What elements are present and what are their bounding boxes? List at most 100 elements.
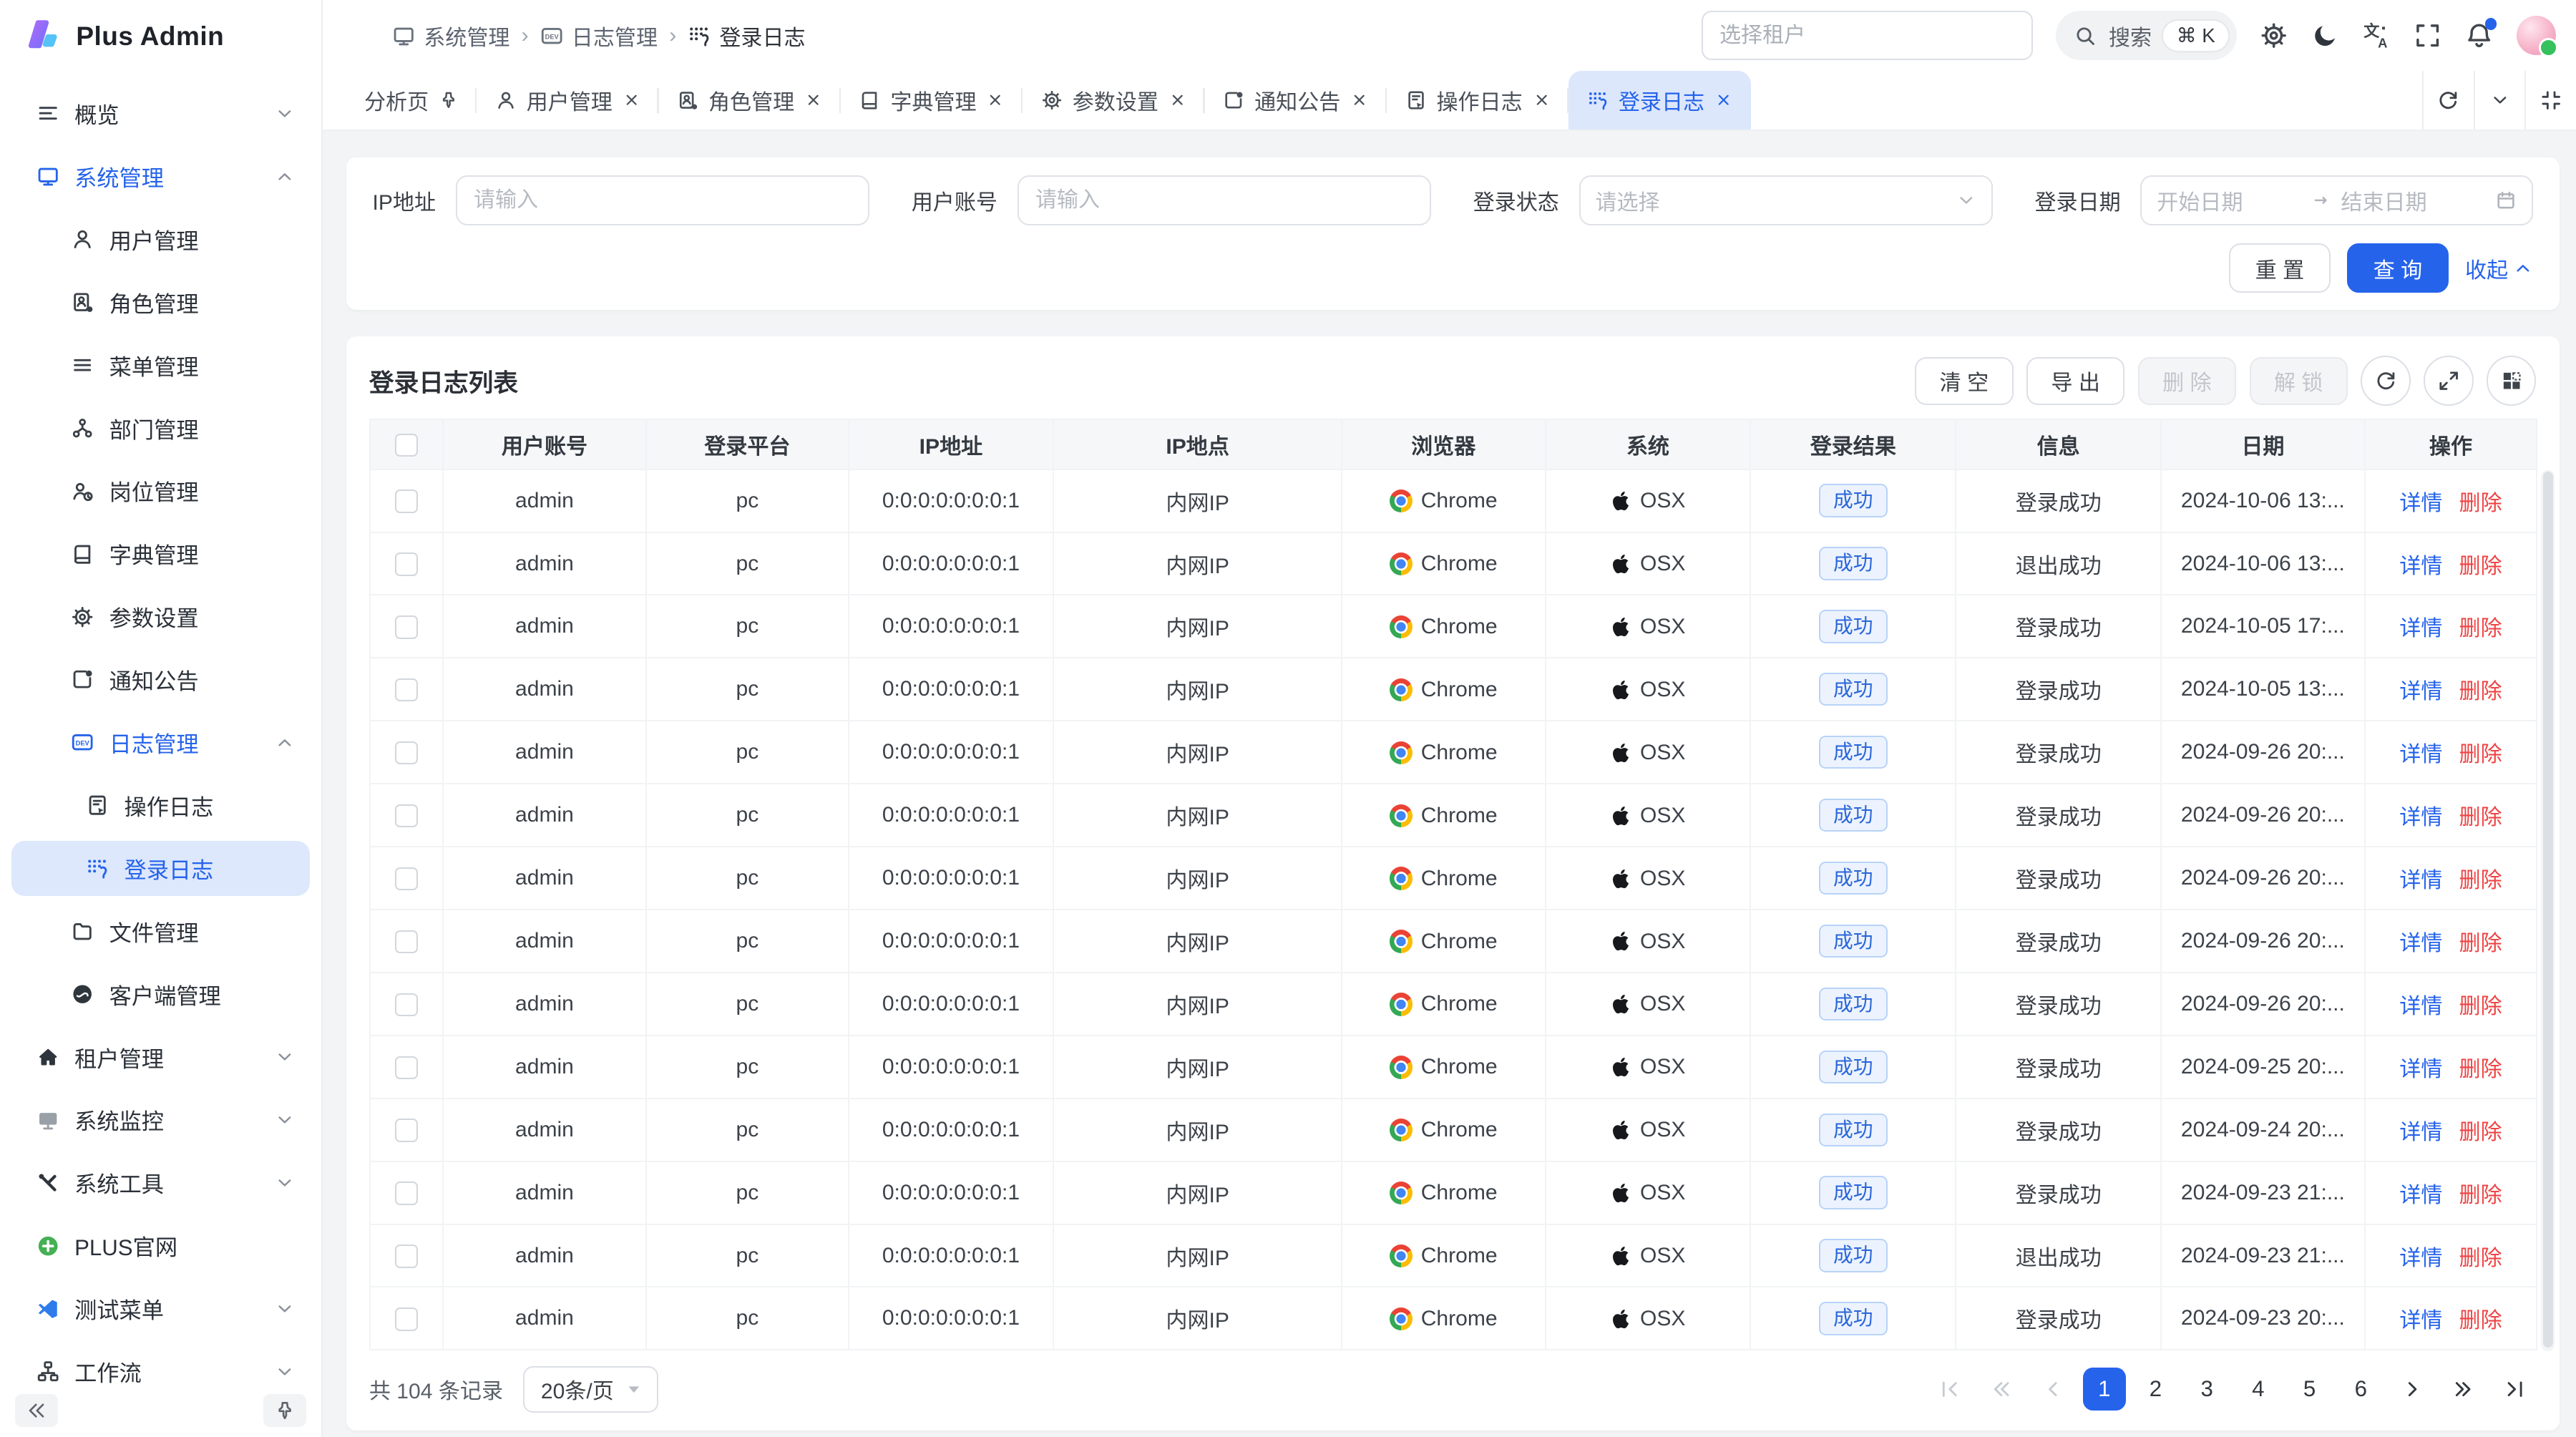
page-prev-group-button[interactable] — [1980, 1368, 2023, 1411]
sidebar-item-test[interactable]: 测试菜单 — [11, 1282, 310, 1336]
breadcrumb-item[interactable]: 登录日志 — [688, 20, 805, 52]
sidebar-pin-button[interactable] — [263, 1394, 306, 1427]
tab-close-icon[interactable] — [804, 91, 822, 109]
menu-toggle-icon[interactable] — [344, 21, 374, 51]
sidebar-item-client[interactable]: 客户端管理 — [11, 967, 310, 1021]
delete-link[interactable]: 删除 — [2459, 617, 2502, 640]
settings-icon[interactable] — [2260, 21, 2288, 49]
page-number-1[interactable]: 1 — [2083, 1368, 2126, 1411]
sidebar-item-menu[interactable]: 菜单管理 — [11, 338, 310, 392]
filter-input-0[interactable] — [456, 175, 869, 225]
toolbar-button-3[interactable]: 解 锁 — [2250, 357, 2348, 405]
sidebar-item-loginlog[interactable]: 登录日志 — [11, 841, 310, 895]
row-checkbox[interactable] — [395, 930, 418, 953]
delete-link[interactable]: 删除 — [2459, 492, 2502, 515]
toolbar-maximize-button[interactable] — [2424, 356, 2473, 405]
tab-oplog[interactable]: 操作日志 — [1387, 71, 1568, 129]
page-next-button[interactable] — [2391, 1368, 2434, 1411]
sidebar-item-oplog[interactable]: 操作日志 — [11, 778, 310, 832]
detail-link[interactable]: 详情 — [2399, 1121, 2442, 1144]
detail-link[interactable]: 详情 — [2399, 555, 2442, 578]
detail-link[interactable]: 详情 — [2399, 743, 2442, 766]
delete-link[interactable]: 删除 — [2459, 555, 2502, 578]
toolbar-button-2[interactable]: 删 除 — [2138, 357, 2236, 405]
delete-link[interactable]: 删除 — [2459, 680, 2502, 703]
filter-input-1[interactable] — [1018, 175, 1431, 225]
tab-close-icon[interactable] — [1350, 91, 1368, 109]
sidebar-item-monitor[interactable]: 系统监控 — [11, 1093, 310, 1147]
content-fullscreen-button[interactable] — [2524, 71, 2576, 129]
select-all-checkbox[interactable] — [395, 434, 418, 457]
page-prev-button[interactable] — [2031, 1368, 2074, 1411]
tab-param[interactable]: 参数设置 — [1023, 71, 1204, 129]
page-next-group-button[interactable] — [2442, 1368, 2485, 1411]
detail-link[interactable]: 详情 — [2399, 1184, 2442, 1207]
row-checkbox[interactable] — [395, 1119, 418, 1141]
translate-icon[interactable]: 文A — [2363, 21, 2391, 49]
sidebar-item-user[interactable]: 用户管理 — [11, 212, 310, 266]
detail-link[interactable]: 详情 — [2399, 806, 2442, 829]
tab-analysis[interactable]: 分析页 — [346, 71, 477, 129]
breadcrumb-item[interactable]: 系统管理 — [392, 20, 509, 52]
row-checkbox[interactable] — [395, 1307, 418, 1330]
row-checkbox[interactable] — [395, 1244, 418, 1267]
sidebar-item-overview[interactable]: 概览 — [11, 86, 310, 140]
tab-close-icon[interactable] — [1533, 91, 1551, 109]
row-checkbox[interactable] — [395, 1182, 418, 1204]
detail-link[interactable]: 详情 — [2399, 932, 2442, 955]
app-logo[interactable]: Plus Admin — [0, 0, 321, 73]
delete-link[interactable]: 删除 — [2459, 869, 2502, 892]
row-checkbox[interactable] — [395, 804, 418, 827]
bell-icon[interactable] — [2465, 21, 2493, 49]
filter-daterange[interactable]: 开始日期结束日期 — [2140, 175, 2532, 225]
row-checkbox[interactable] — [395, 489, 418, 512]
detail-link[interactable]: 详情 — [2399, 1309, 2442, 1333]
tab-dict[interactable]: 字典管理 — [841, 71, 1023, 129]
delete-link[interactable]: 删除 — [2459, 806, 2502, 829]
sidebar-collapse-button[interactable] — [15, 1394, 58, 1427]
sidebar-item-post[interactable]: 岗位管理 — [11, 464, 310, 518]
row-checkbox[interactable] — [395, 1056, 418, 1079]
row-checkbox[interactable] — [395, 741, 418, 764]
row-checkbox[interactable] — [395, 993, 418, 1016]
delete-link[interactable]: 删除 — [2459, 932, 2502, 955]
page-number-2[interactable]: 2 — [2134, 1368, 2177, 1411]
page-number-3[interactable]: 3 — [2185, 1368, 2228, 1411]
avatar[interactable] — [2517, 16, 2557, 56]
page-size-select[interactable]: 20条/页 — [523, 1366, 658, 1413]
delete-link[interactable]: 删除 — [2459, 743, 2502, 766]
global-search[interactable]: 搜索 ⌘ K — [2056, 11, 2237, 60]
tab-user[interactable]: 用户管理 — [477, 71, 658, 129]
reset-button[interactable]: 重 置 — [2229, 243, 2331, 293]
detail-link[interactable]: 详情 — [2399, 869, 2442, 892]
tab-notice[interactable]: 通知公告 — [1205, 71, 1387, 129]
page-first-button[interactable] — [1929, 1368, 1972, 1411]
page-last-button[interactable] — [2493, 1368, 2536, 1411]
query-button[interactable]: 查 询 — [2347, 243, 2449, 293]
moon-icon[interactable] — [2311, 21, 2339, 49]
row-checkbox[interactable] — [395, 552, 418, 575]
sidebar-item-notice[interactable]: 通知公告 — [11, 652, 310, 706]
sidebar-item-plus-site[interactable]: PLUS官网 — [11, 1219, 310, 1273]
toolbar-columns-button[interactable] — [2487, 356, 2536, 405]
fullscreen-icon[interactable] — [2414, 21, 2441, 49]
sidebar-item-log[interactable]: DEV日志管理 — [11, 715, 310, 769]
page-number-6[interactable]: 6 — [2339, 1368, 2382, 1411]
tab-close-icon[interactable] — [1169, 91, 1186, 109]
detail-link[interactable]: 详情 — [2399, 1247, 2442, 1270]
detail-link[interactable]: 详情 — [2399, 680, 2442, 703]
tenant-select-input[interactable] — [1702, 11, 2033, 60]
page-number-4[interactable]: 4 — [2237, 1368, 2280, 1411]
row-checkbox[interactable] — [395, 867, 418, 890]
toolbar-button-0[interactable]: 清 空 — [1915, 357, 2013, 405]
detail-link[interactable]: 详情 — [2399, 492, 2442, 515]
sidebar-item-param[interactable]: 参数设置 — [11, 590, 310, 644]
delete-link[interactable]: 删除 — [2459, 995, 2502, 1018]
delete-link[interactable]: 删除 — [2459, 1309, 2502, 1333]
row-checkbox[interactable] — [395, 615, 418, 638]
toolbar-refresh-button[interactable] — [2361, 356, 2410, 405]
tab-close-icon[interactable] — [986, 91, 1004, 109]
sidebar-item-system[interactable]: 系统管理 — [11, 149, 310, 203]
detail-link[interactable]: 详情 — [2399, 617, 2442, 640]
sidebar-item-tenant[interactable]: 租户管理 — [11, 1030, 310, 1084]
